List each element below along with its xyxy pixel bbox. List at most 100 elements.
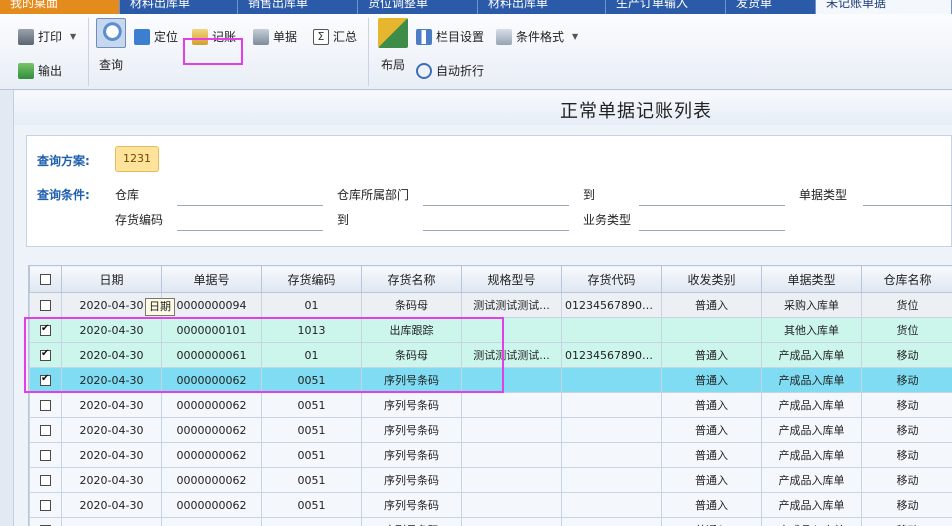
row-checkbox[interactable] — [40, 373, 51, 386]
warehouse-field[interactable] — [177, 205, 323, 206]
tab-production-order[interactable]: 生产订单输入 — [606, 0, 726, 14]
row-select-cell[interactable] — [29, 317, 62, 343]
column-header[interactable]: 日期 — [61, 265, 162, 293]
table-cell — [561, 392, 662, 418]
table-row[interactable]: 2020-04-3000000000620051序列号条码 普通入产成品入库单移动 — [29, 492, 952, 518]
select-all-header[interactable] — [29, 265, 62, 293]
query-scheme-chip[interactable]: 1231 — [115, 146, 159, 172]
row-checkbox[interactable] — [40, 450, 51, 461]
column-header[interactable]: 收发类别 — [661, 265, 762, 293]
table-cell: 0000000062 — [161, 442, 262, 468]
row-select-cell[interactable] — [29, 492, 62, 518]
table-cell: 0051 — [261, 392, 362, 418]
tab-material-issue[interactable]: 材料出库单 — [120, 0, 238, 14]
auto-wrap-button[interactable]: 自动折行 — [416, 62, 484, 79]
query-button[interactable]: 查询 — [96, 18, 126, 73]
document-button[interactable]: 单据 — [253, 28, 297, 45]
table-cell: 移动 — [861, 367, 952, 393]
row-select-cell[interactable] — [29, 442, 62, 468]
tab-location-adjust[interactable]: 货位调整单 — [358, 0, 478, 14]
table-cell: 序列号条码 — [361, 467, 462, 493]
table-row[interactable]: 2020-04-3000000001011013出库跟踪 其他入库单货位 — [29, 317, 952, 343]
table-cell: 普通入 — [661, 392, 762, 418]
row-checkbox[interactable] — [40, 400, 51, 411]
table-cell: 产成品入库单 — [761, 517, 862, 526]
doc-type-field[interactable] — [863, 205, 952, 206]
layout-button[interactable]: 布局 — [378, 18, 408, 73]
table-cell: 普通入 — [661, 342, 762, 368]
row-checkbox[interactable] — [40, 323, 51, 336]
to-field-2[interactable] — [423, 230, 569, 231]
document-icon — [253, 28, 269, 45]
row-select-cell[interactable] — [29, 292, 62, 318]
row-select-cell[interactable] — [29, 417, 62, 443]
table-cell: 产成品入库单 — [761, 392, 862, 418]
table-row[interactable]: 2020-04-3000000000620051序列号条码 普通入产成品入库单移动 — [29, 517, 952, 526]
column-header[interactable]: 存货编码 — [261, 265, 362, 293]
row-checkbox[interactable] — [40, 475, 51, 486]
table-row[interactable]: 2020-04-3000000000620051序列号条码 普通入产成品入库单移动 — [29, 367, 952, 393]
tab-delivery-note[interactable]: 发货单 — [726, 0, 816, 14]
column-header[interactable]: 单据号 — [161, 265, 262, 293]
column-header[interactable]: 存货名称 — [361, 265, 462, 293]
row-checkbox[interactable] — [40, 500, 51, 511]
item-code-field[interactable] — [177, 230, 323, 231]
format-icon — [496, 28, 512, 45]
tab-unposted-docs[interactable]: 未记账单据 — [816, 0, 952, 14]
table-cell: 0000000062 — [161, 517, 262, 526]
table-cell: 0051 — [261, 417, 362, 443]
table-cell: 移动 — [861, 442, 952, 468]
to-field-1[interactable] — [639, 205, 785, 206]
row-select-cell[interactable] — [29, 517, 62, 526]
warehouse-dept-field[interactable] — [423, 205, 569, 206]
business-type-label: 业务类型 — [583, 213, 632, 227]
tab-sales-outbound[interactable]: 销售出库单 — [238, 0, 358, 14]
table-cell: 2020-04-30 — [61, 467, 162, 493]
table-cell: 0051 — [261, 492, 362, 518]
print-button[interactable]: 打印 ▼ — [18, 28, 76, 45]
table-row[interactable]: 2020-04-3000000000620051序列号条码 普通入产成品入库单移动 — [29, 442, 952, 468]
table-cell: 产成品入库单 — [761, 367, 862, 393]
export-button[interactable]: 输出 — [18, 62, 62, 79]
table-cell: 2020-04-30 — [61, 392, 162, 418]
row-select-cell[interactable] — [29, 467, 62, 493]
table-row[interactable]: 2020-04-3000000000620051序列号条码 普通入产成品入库单移动 — [29, 392, 952, 418]
table-cell: 0000000101 — [161, 317, 262, 343]
locate-button[interactable]: 定位 — [134, 28, 178, 45]
left-gutter — [0, 90, 14, 526]
business-type-field[interactable] — [639, 230, 785, 231]
column-header[interactable]: 单据类型 — [761, 265, 862, 293]
table-row[interactable]: 2020-04-30000000006101条码母测试测试测试...012345… — [29, 342, 952, 368]
table-row[interactable]: 2020-04-3000000000620051序列号条码 普通入产成品入库单移动 — [29, 417, 952, 443]
row-checkbox[interactable] — [40, 348, 51, 361]
column-header[interactable]: 规格型号 — [461, 265, 562, 293]
column-settings-button[interactable]: 栏目设置 — [416, 28, 484, 45]
table-cell: 2020-04-30 — [61, 442, 162, 468]
summary-button[interactable]: Σ 汇总 — [313, 28, 357, 45]
table-cell: 测试测试测试... — [461, 292, 562, 318]
warehouse-dept-label: 仓库所属部门 — [337, 188, 410, 202]
row-checkbox[interactable] — [40, 425, 51, 436]
page-title: 正常单据记账列表 — [560, 101, 712, 122]
query-condition-label: 查询条件: — [37, 188, 90, 202]
item-code-label: 存货编码 — [115, 213, 164, 227]
column-header[interactable]: 仓库名称 — [861, 265, 952, 293]
table-cell: 产成品入库单 — [761, 342, 862, 368]
table-cell: 普通入 — [661, 292, 762, 318]
row-select-cell[interactable] — [29, 392, 62, 418]
table-cell — [561, 417, 662, 443]
row-select-cell[interactable] — [29, 342, 62, 368]
table-cell: 0051 — [261, 442, 362, 468]
column-tooltip: 日期 — [145, 298, 175, 316]
table-row[interactable]: 2020-04-3000000000620051序列号条码 普通入产成品入库单移动 — [29, 467, 952, 493]
row-select-cell[interactable] — [29, 367, 62, 393]
table-cell: 其他入库单 — [761, 317, 862, 343]
column-header[interactable]: 存货代码 — [561, 265, 662, 293]
tab-my-desktop[interactable]: 我的桌面 — [0, 0, 120, 14]
table-cell: 序列号条码 — [361, 367, 462, 393]
conditional-format-button[interactable]: 条件格式 ▼ — [496, 28, 578, 45]
row-checkbox[interactable] — [40, 300, 51, 311]
select-all-checkbox[interactable] — [40, 274, 51, 285]
table-cell: 0000000061 — [161, 342, 262, 368]
tab-material-issue-2[interactable]: 材料出库单 — [478, 0, 606, 14]
